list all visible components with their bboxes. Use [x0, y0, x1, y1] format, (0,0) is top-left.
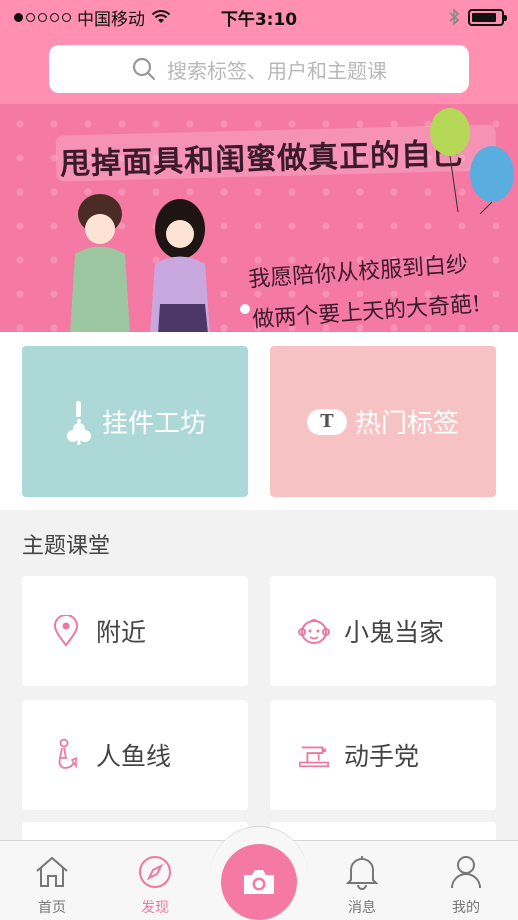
- tab-discover[interactable]: 发现: [120, 841, 190, 920]
- user-icon: [447, 853, 485, 891]
- tab-label: 我的: [452, 900, 480, 916]
- search-header: 搜索标签、用户和主题课: [0, 34, 518, 104]
- mermaid-icon: [50, 738, 82, 771]
- tab-label: 首页: [38, 900, 66, 916]
- baby-face-icon: [298, 615, 330, 647]
- t-badge-icon: T: [306, 408, 347, 435]
- tab-home[interactable]: 首页: [17, 841, 87, 920]
- promo-banner[interactable]: 甩掉面具和闺蜜做真正的自己 我愿陪你从校服到白纱 做两个要上天的大奇葩!: [0, 104, 518, 332]
- balloons-illustration: [430, 108, 514, 214]
- tab-messages[interactable]: 消息: [327, 841, 397, 920]
- search-icon: [132, 57, 156, 81]
- pendant-workshop-label: 挂件工坊: [101, 409, 206, 439]
- quick-actions: 挂件工坊 T 热门标签: [0, 332, 518, 510]
- topic-card-home-alone[interactable]: 小鬼当家: [270, 576, 496, 686]
- sewing-machine-icon: [298, 739, 330, 771]
- tab-label: 发现: [141, 900, 169, 916]
- camera-button[interactable]: [221, 844, 297, 920]
- status-right: [448, 8, 507, 26]
- home-icon: [33, 853, 71, 891]
- camera-icon: [244, 870, 274, 894]
- signal-strength-icon: [14, 12, 71, 22]
- status-left: 中国移动: [14, 5, 171, 30]
- banner-tagline-1: 我愿陪你从校服到白纱: [247, 252, 469, 293]
- section-title: 主题课堂: [22, 534, 111, 559]
- battery-icon: [468, 8, 507, 26]
- banner-tagline-2: 做两个要上天的大奇葩!: [251, 292, 482, 332]
- tab-mine[interactable]: 我的: [431, 841, 501, 920]
- carrier-name: 中国移动: [77, 9, 145, 30]
- hot-tags-button[interactable]: T 热门标签: [270, 346, 496, 497]
- banner-title: 甩掉面具和闺蜜做真正的自己: [59, 136, 464, 183]
- topic-label: 人鱼线: [96, 742, 172, 771]
- location-pin-icon: [50, 615, 82, 647]
- topic-label: 动手党: [344, 742, 420, 771]
- topic-card-mermaid-line[interactable]: 人鱼线: [22, 700, 248, 810]
- pendant-icon: [66, 400, 91, 445]
- topic-label: 小鬼当家: [344, 618, 445, 647]
- compass-icon: [136, 853, 174, 891]
- tab-label: 消息: [348, 900, 376, 916]
- battery-fill: [472, 12, 496, 22]
- wifi-icon: [151, 10, 171, 23]
- search-placeholder: 搜索标签、用户和主题课: [167, 58, 387, 83]
- bell-icon: [343, 853, 381, 891]
- pendant-workshop-button[interactable]: 挂件工坊: [22, 346, 248, 497]
- hot-tags-label: 热门标签: [354, 409, 459, 439]
- topic-label: 附近: [96, 618, 147, 647]
- topic-card-diy[interactable]: 动手党: [270, 700, 496, 810]
- girls-illustration: [70, 194, 210, 332]
- banner-page-indicator: [240, 304, 250, 314]
- bluetooth-icon: [449, 8, 460, 26]
- topic-card-nearby[interactable]: 附近: [22, 576, 248, 686]
- search-input[interactable]: 搜索标签、用户和主题课: [49, 45, 469, 93]
- status-bar: 中国移动 下午3:10: [0, 0, 518, 34]
